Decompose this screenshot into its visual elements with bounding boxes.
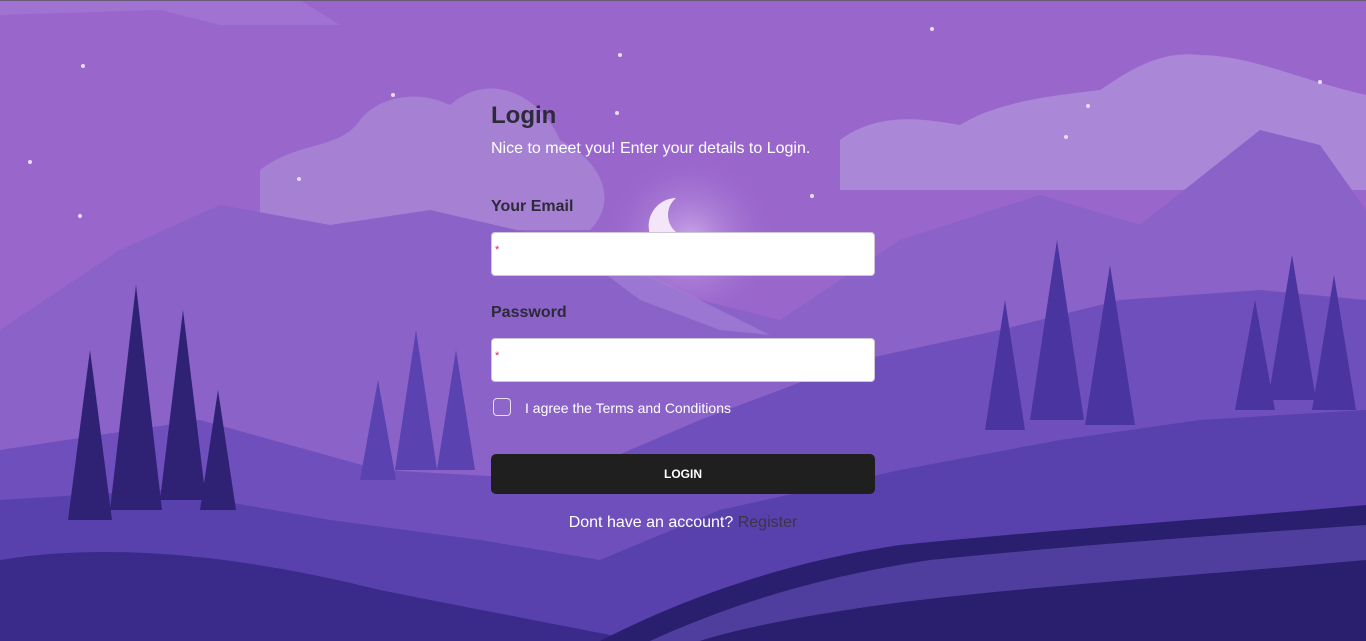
required-marker: *	[495, 244, 500, 256]
star-icon	[297, 177, 301, 181]
required-marker: *	[495, 350, 500, 362]
terms-label[interactable]: I agree the Terms and Conditions	[525, 400, 731, 416]
password-field-box: *	[491, 338, 875, 382]
star-icon	[1064, 135, 1068, 139]
register-prompt-text: Dont have an account?	[568, 514, 734, 531]
terms-checkbox[interactable]	[493, 398, 511, 416]
star-icon	[1318, 80, 1322, 84]
star-icon	[615, 111, 619, 115]
star-icon	[28, 160, 32, 164]
register-link[interactable]: Register	[738, 514, 798, 531]
star-icon	[618, 53, 622, 57]
login-page: Login Nice to meet you! Enter your detai…	[0, 0, 1366, 641]
star-icon	[78, 214, 82, 218]
mountain-night-background	[0, 0, 1366, 641]
star-icon	[810, 194, 814, 198]
password-field[interactable]	[504, 339, 868, 381]
password-label: Password	[491, 304, 567, 321]
page-subtitle: Nice to meet you! Enter your details to …	[491, 140, 811, 157]
star-icon	[1086, 104, 1090, 108]
star-icon	[930, 27, 934, 31]
star-icon	[391, 93, 395, 97]
top-border	[0, 0, 1366, 1]
email-label: Your Email	[491, 198, 574, 215]
page-title: Login	[491, 102, 557, 129]
email-field-box: *	[491, 232, 875, 276]
star-icon	[81, 64, 85, 68]
login-button[interactable]: LOGIN	[491, 454, 875, 494]
email-field[interactable]	[504, 233, 868, 275]
register-prompt: Dont have an account? Register	[491, 514, 875, 532]
